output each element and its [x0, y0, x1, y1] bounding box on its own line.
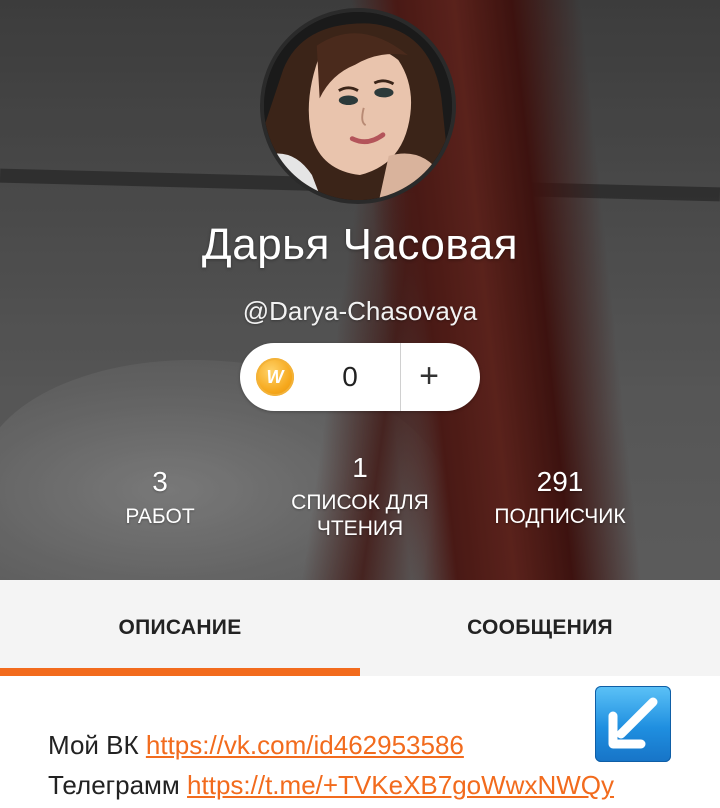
stat-reading-value: 1 — [352, 452, 368, 483]
add-coins-button[interactable]: + — [401, 343, 457, 411]
profile-screen: Дарья Часовая @Darya-Chasovaya W 0 + 3 Р… — [0, 0, 720, 808]
profile-description: Мой ВК https://vk.com/id462953586 Телегр… — [0, 676, 720, 808]
arrow-down-left-icon — [595, 686, 671, 762]
description-line-telegram: Телеграмм https://t.me/+TVKeXB7goWwxNWQy — [48, 770, 614, 801]
stat-followers[interactable]: 291 ПОДПИСЧИК — [470, 466, 650, 530]
wattpad-coin-icon: W — [256, 358, 294, 396]
vk-link[interactable]: https://vk.com/id462953586 — [146, 730, 464, 760]
telegram-prefix: Телеграмм — [48, 770, 180, 800]
coins-count: 0 — [342, 361, 358, 392]
stat-works-value: 3 — [152, 466, 168, 497]
stat-followers-label: ПОДПИСЧИК — [494, 505, 626, 528]
tab-messages[interactable]: СООБЩЕНИЯ — [360, 580, 720, 676]
active-tab-indicator — [0, 668, 360, 676]
stat-works-label: РАБОТ — [125, 505, 195, 528]
coins-widget: W 0 + — [240, 343, 480, 411]
profile-handle: @Darya-Chasovaya — [242, 296, 478, 326]
stat-reading-list[interactable]: 1 СПИСОК ДЛЯ ЧТЕНИЯ — [270, 452, 450, 542]
tab-about[interactable]: ОПИСАНИЕ — [0, 580, 360, 676]
stat-followers-value: 291 — [536, 466, 584, 497]
telegram-link[interactable]: https://t.me/+TVKeXB7goWwxNWQy — [187, 770, 614, 800]
coin-letter: W — [266, 367, 284, 387]
description-line-vk: Мой ВК https://vk.com/id462953586 — [48, 730, 464, 761]
stat-reading-label-line2: ЧТЕНИЯ — [316, 517, 404, 540]
profile-header: Дарья Часовая @Darya-Chasovaya W 0 + 3 Р… — [0, 0, 720, 580]
profile-name: Дарья Часовая — [201, 220, 519, 269]
avatar[interactable] — [260, 8, 456, 204]
stat-works[interactable]: 3 РАБОТ — [90, 466, 230, 530]
vk-prefix: Мой ВК — [48, 730, 139, 760]
profile-tabs: ОПИСАНИЕ СООБЩЕНИЯ — [0, 580, 720, 676]
stat-reading-label-line1: СПИСОК ДЛЯ — [291, 491, 429, 514]
